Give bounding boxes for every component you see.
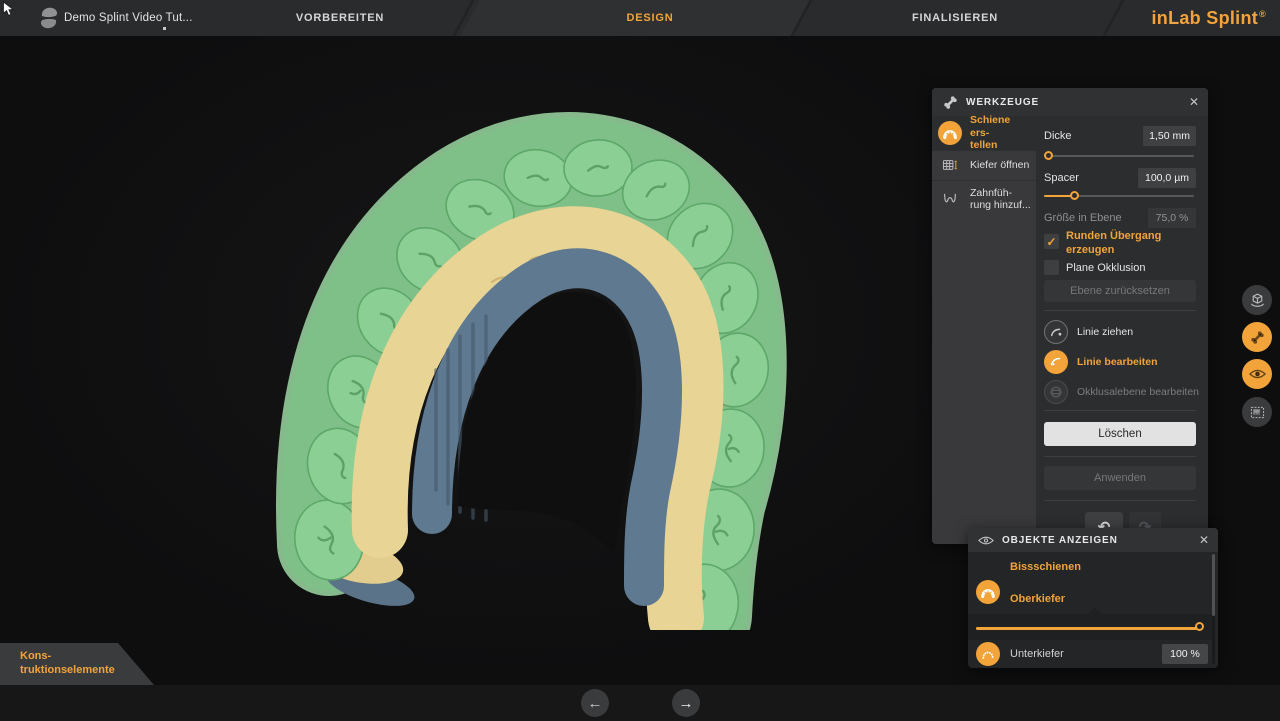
tools-wrench-icon xyxy=(1250,330,1265,345)
oberkiefer-opacity-slider[interactable] xyxy=(976,622,1202,634)
jaw-open-icon xyxy=(938,153,962,177)
dicke-label: Dicke xyxy=(1044,130,1072,142)
tooth-guide-icon xyxy=(938,187,962,211)
document-modified-dot xyxy=(163,27,166,30)
dicke-slider[interactable] xyxy=(1044,150,1194,162)
oberkiefer-opacity-slider-strip xyxy=(968,614,1212,640)
phase-tab-vorbereiten[interactable]: VORBEREITEN xyxy=(296,0,384,36)
app-logo[interactable] xyxy=(36,5,62,31)
dicke-slider-handle[interactable] xyxy=(1044,151,1053,160)
objects-panel-title: OBJEKTE ANZEIGEN xyxy=(1002,535,1118,546)
bottom-nav-bar: ← → xyxy=(0,685,1280,721)
spacer-value[interactable]: 100,0 µm xyxy=(1138,168,1196,188)
splint-arch-icon xyxy=(938,121,962,145)
draw-line-icon xyxy=(1044,320,1068,344)
runden-uebergang-checkbox[interactable]: ✓ xyxy=(1044,234,1059,249)
objects-panel-toggle-button[interactable] xyxy=(1242,359,1272,389)
product-name: inLab Splint® xyxy=(1151,0,1266,36)
object-item-unterkiefer[interactable]: Unterkiefer 100 % xyxy=(968,640,1218,668)
divider xyxy=(1044,456,1196,457)
close-icon[interactable]: ✕ xyxy=(1199,534,1209,546)
construction-elements-tab[interactable]: Kons- truktionselemente xyxy=(0,643,156,685)
snapshot-icon xyxy=(1250,406,1265,419)
dicke-value[interactable]: 1,50 mm xyxy=(1143,126,1196,146)
mouse-cursor xyxy=(1,1,16,17)
plane-okklusion-checkbox[interactable] xyxy=(1044,260,1059,275)
top-phase-bar: Demo Splint Video Tut... VORBEREITEN DES… xyxy=(0,0,1280,36)
topbar-separator xyxy=(1102,0,1124,36)
nav-back-button[interactable]: ← xyxy=(581,689,609,717)
close-icon[interactable]: ✕ xyxy=(1189,96,1199,108)
ebene-zuruecksetzen-button[interactable]: Ebene zurücksetzen xyxy=(1044,280,1196,302)
orientation-3d-icon xyxy=(1249,292,1266,309)
document-title[interactable]: Demo Splint Video Tut... xyxy=(64,0,193,36)
nav-forward-button[interactable]: → xyxy=(672,689,700,717)
okklusalebene-bearbeiten-button[interactable]: Okklusalebene bearbeiten xyxy=(1044,380,1200,404)
oberkiefer-slider-handle[interactable] xyxy=(1195,622,1204,631)
tools-tab-column: Schiene ers- tellen xyxy=(932,116,1036,544)
orientation-3d-button[interactable] xyxy=(1242,285,1272,315)
plane-okklusion-label: Plane Okklusion xyxy=(1066,262,1196,276)
tab-kiefer-oeffnen[interactable]: Kiefer öffnen xyxy=(932,150,1036,180)
snapshot-button[interactable] xyxy=(1242,397,1272,427)
objects-scrollbar[interactable] xyxy=(1212,554,1215,664)
tab-schiene-erstellen[interactable]: Schiene ers- tellen xyxy=(932,116,1036,150)
object-item-bissschienen[interactable]: Bissschienen xyxy=(968,552,1218,582)
objects-panel-header: OBJEKTE ANZEIGEN ✕ xyxy=(968,528,1218,552)
phase-tab-finalisieren[interactable]: FINALISIEREN xyxy=(912,0,998,36)
anwenden-button[interactable]: Anwenden xyxy=(1044,466,1196,490)
occlusal-plane-icon xyxy=(1044,380,1068,404)
objects-panel: OBJEKTE ANZEIGEN ✕ Bissschienen xyxy=(968,528,1218,668)
runden-uebergang-label: Runden Übergang erzeugen xyxy=(1066,230,1196,258)
spacer-slider[interactable] xyxy=(1044,190,1194,202)
edit-line-icon xyxy=(1044,350,1068,374)
linie-ziehen-button[interactable]: Linie ziehen xyxy=(1044,320,1200,344)
eye-icon xyxy=(978,536,994,545)
inlab-splint-app: Demo Splint Video Tut... VORBEREITEN DES… xyxy=(0,0,1280,721)
loeschen-button[interactable]: Löschen xyxy=(1044,422,1196,446)
dental-model-3d[interactable] xyxy=(230,70,790,630)
tools-panel-title: WERKZEUGE xyxy=(966,97,1039,108)
phase-tab-design[interactable]: DESIGN xyxy=(627,0,674,36)
show-objects-eye-icon xyxy=(1249,369,1266,379)
tab-zahnfuehrung-hinzufuegen[interactable]: Zahnfüh-rung hinzuf... xyxy=(932,180,1036,218)
groesse-in-ebene-value: 75,0 % xyxy=(1148,208,1196,228)
tools-panel: WERKZEUGE ✕ Schiene ers- tellen xyxy=(932,88,1208,544)
groesse-in-ebene-label: Größe in Ebene xyxy=(1044,212,1122,224)
slider-notch xyxy=(1088,608,1102,614)
spacer-label: Spacer xyxy=(1044,172,1079,184)
wrench-icon xyxy=(943,95,958,110)
divider xyxy=(1044,410,1196,411)
tools-panel-header: WERKZEUGE ✕ xyxy=(932,88,1208,116)
divider xyxy=(1044,500,1196,501)
model-viewport[interactable]: Kons- truktionselemente WERKZEUGE ✕ xyxy=(0,36,1280,685)
tools-panel-toggle-button[interactable] xyxy=(1242,322,1272,352)
divider xyxy=(1044,310,1196,311)
spacer-slider-handle[interactable] xyxy=(1070,191,1079,200)
linie-bearbeiten-button[interactable]: Linie bearbeiten xyxy=(1044,350,1200,374)
